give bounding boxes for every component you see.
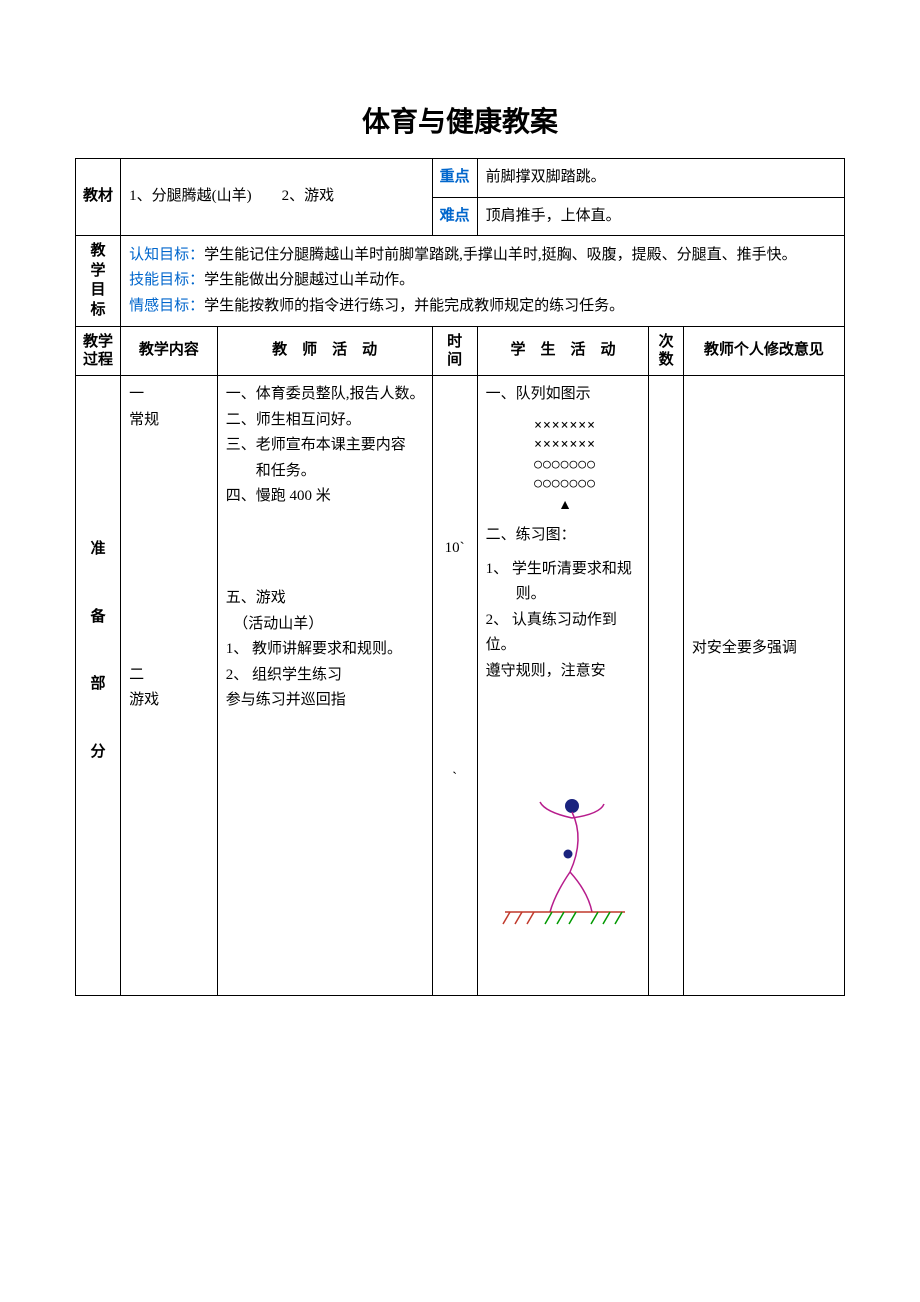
student-col: 一、队列如图示 ××××××× ××××××× ○○○○○○○ ○○○○○○○ …	[477, 376, 649, 996]
cognitive-label: 认知目标：	[129, 247, 204, 263]
keypoint-label: 重点	[432, 159, 477, 198]
formation-row2: ×××××××	[486, 435, 645, 455]
count-col	[649, 376, 683, 996]
notes-col: 对安全要多强调	[683, 376, 844, 996]
hdr-time: 时间	[432, 327, 477, 376]
student-heading2: 二、练习图：	[486, 523, 645, 549]
vault-figure-icon	[486, 794, 645, 934]
page-title: 体育与健康教案	[75, 100, 845, 140]
skill-value: 学生能做出分腿越过山羊动作。	[204, 272, 414, 288]
difficulty-label: 难点	[432, 197, 477, 236]
material-content: 1、分腿腾越(山羊) 2、游戏	[121, 159, 432, 236]
formation-teacher-mark: ▲	[486, 494, 645, 518]
goals-cell: 认知目标：学生能记住分腿腾越山羊时前脚掌踏跳,手撑山羊时,挺胸、吸腹，提殿、分腿…	[121, 236, 845, 327]
formation-row1: ×××××××	[486, 416, 645, 436]
formation-row4: ○○○○○○○	[486, 474, 645, 494]
affect-value: 学生能按教师的指令进行练习，并能完成教师规定的练习任务。	[204, 298, 624, 314]
teacher-col: 一、体育委员整队,报告人数。 二、师生相互问好。 三、老师宣布本课主要内容 和任…	[217, 376, 432, 996]
student-heading1: 一、队列如图示	[486, 382, 645, 408]
hdr-count: 次数	[649, 327, 683, 376]
phase-label: 准备部分	[76, 376, 121, 996]
hdr-content: 教学内容	[121, 327, 218, 376]
keypoint-value: 前脚撑双脚踏跳。	[477, 159, 844, 198]
cognitive-value: 学生能记住分腿腾越山羊时前脚掌踏跳,手撑山羊时,挺胸、吸腹，提殿、分腿直、推手快…	[204, 247, 797, 263]
student-body: 1、 学生听清要求和规 则。 2、 认真练习动作到位。 遵守规则，注意安	[486, 557, 645, 685]
content-col: 一 常规 二 游戏	[121, 376, 218, 996]
goals-label-text: 教学目标	[91, 243, 106, 318]
hdr-teacher: 教 师 活 动	[217, 327, 432, 376]
formation-row3: ○○○○○○○	[486, 455, 645, 475]
time-col: 10` `	[432, 376, 477, 996]
skill-label: 技能目标：	[129, 272, 204, 288]
hdr-notes: 教师个人修改意见	[683, 327, 844, 376]
difficulty-value: 顶肩推手，上体直。	[477, 197, 844, 236]
hdr-process: 教学过程	[76, 327, 121, 376]
lesson-plan-table: 教材 1、分腿腾越(山羊) 2、游戏 重点 前脚撑双脚踏跳。 难点 顶肩推手，上…	[75, 158, 845, 996]
affect-label: 情感目标：	[129, 298, 204, 314]
hdr-student: 学 生 活 动	[477, 327, 649, 376]
goals-label: 教学目标	[76, 236, 121, 327]
material-label: 教材	[76, 159, 121, 236]
